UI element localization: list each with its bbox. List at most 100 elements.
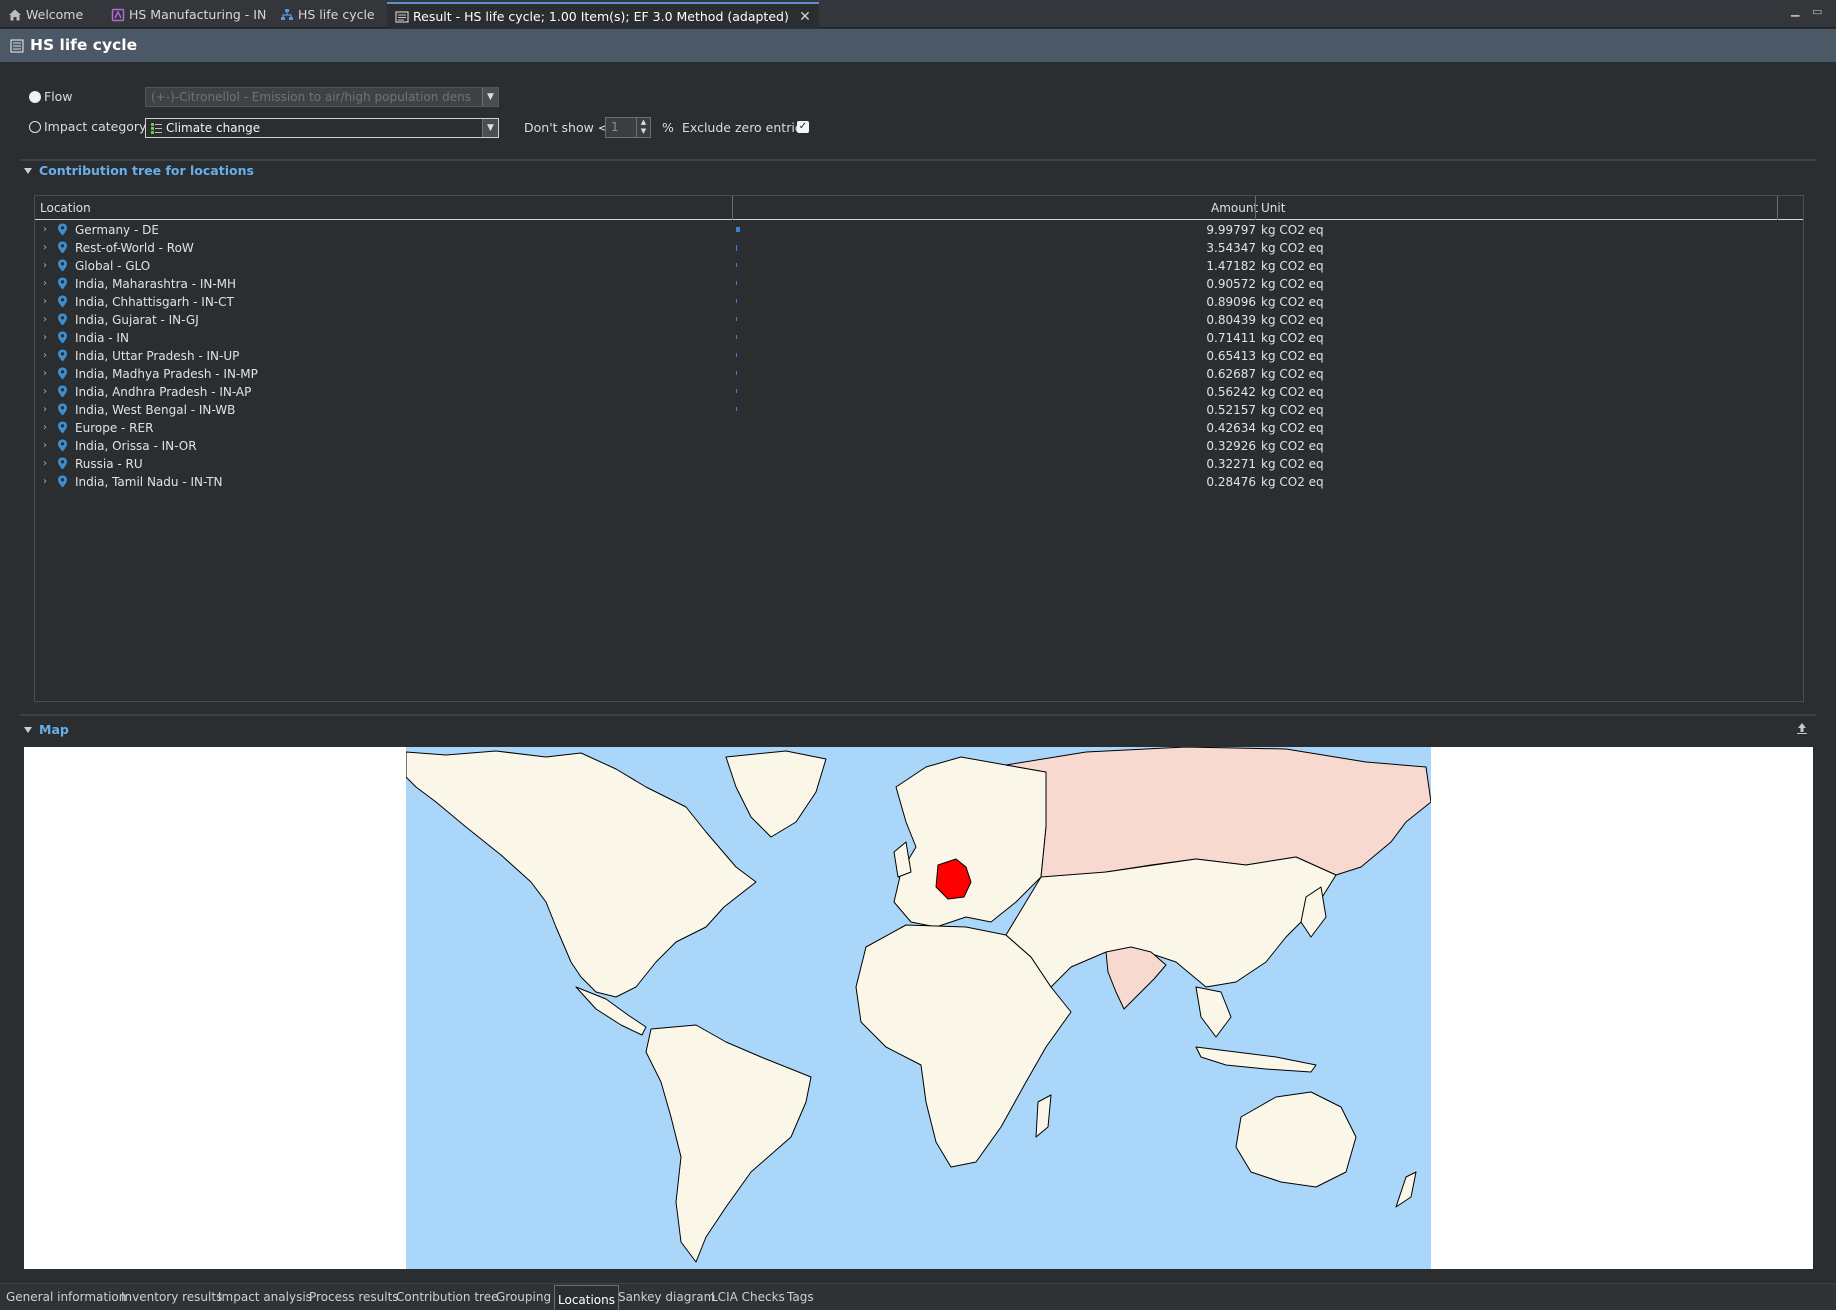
expand-chevron-icon[interactable]: › (43, 440, 47, 451)
exclude-zero-checkbox[interactable]: ✓ (797, 121, 809, 133)
dont-show-label: Don't show < (524, 120, 609, 135)
column-separator[interactable] (1777, 196, 1778, 220)
tab-hs-life-cycle[interactable]: HS life cycle (272, 2, 375, 28)
tab-contribution-tree[interactable]: Contribution tree (396, 1290, 498, 1304)
unit-value: kg CO2 eq (1261, 385, 1324, 399)
contribution-bar (736, 299, 737, 303)
expand-chevron-icon[interactable]: › (43, 296, 47, 307)
table-row[interactable]: › India, Uttar Pradesh - IN-UP 0.65413 kg C… (35, 347, 1803, 365)
unit-value: kg CO2 eq (1261, 349, 1324, 363)
amount-value: 0.52157 (1206, 403, 1256, 417)
tab-tags[interactable]: Tags (787, 1290, 814, 1304)
tab-lcia-checks[interactable]: LCIA Checks (711, 1290, 785, 1304)
expand-chevron-icon[interactable]: › (43, 278, 47, 289)
tab-process-results[interactable]: Process results (309, 1290, 399, 1304)
flow-label: Flow (44, 89, 73, 104)
contribution-bar (736, 263, 737, 267)
table-row[interactable]: › Global - GLO 1.47182 kg CO2 eq (35, 257, 1803, 275)
column-header-location[interactable]: Location (40, 201, 91, 215)
table-row[interactable]: › India, Gujarat - IN-GJ 0.80439 kg CO2 eq (35, 311, 1803, 329)
tab-result[interactable]: Result - HS life cycle; 1.00 Item(s); EF… (387, 2, 819, 28)
amount-value: 0.56242 (1206, 385, 1256, 399)
column-header-amount[interactable]: Amount (1211, 201, 1258, 215)
cutoff-spinner[interactable]: 1 ▲ ▼ (605, 117, 651, 138)
flow-combo-value: (+-)-Citronellol - Emission to air/high … (151, 90, 471, 104)
expand-chevron-icon[interactable]: › (43, 224, 47, 235)
tab-grouping[interactable]: Grouping (496, 1290, 551, 1304)
minimize-icon[interactable]: ▁ (1791, 4, 1805, 17)
table-row[interactable]: › India, Madhya Pradesh - IN-MP 0.62687 kg … (35, 365, 1803, 383)
table-row[interactable]: › India, Tamil Nadu - IN-TN 0.28476 kg CO2 … (35, 473, 1803, 491)
table-row[interactable]: › India, West Bengal - IN-WB 0.52157 kg CO2… (35, 401, 1803, 419)
expand-chevron-icon[interactable]: › (43, 314, 47, 325)
tab-inventory-results[interactable]: Inventory results (121, 1290, 222, 1304)
location-pin-icon (58, 385, 67, 398)
unit-value: kg CO2 eq (1261, 367, 1324, 381)
result-icon (10, 39, 24, 53)
location-name: India - IN (75, 331, 129, 345)
expand-chevron-icon[interactable]: › (43, 368, 47, 379)
column-header-unit[interactable]: Unit (1261, 201, 1285, 215)
location-name: Global - GLO (75, 259, 151, 273)
chevron-down-icon[interactable]: ▼ (482, 88, 498, 106)
tab-locations[interactable]: Locations (554, 1285, 620, 1310)
expand-chevron-icon[interactable]: › (43, 422, 47, 433)
unit-value: kg CO2 eq (1261, 223, 1324, 237)
location-pin-icon (58, 367, 67, 380)
tab-general-information[interactable]: General information (6, 1290, 126, 1304)
contribution-bar (736, 389, 737, 393)
expand-chevron-icon[interactable]: › (43, 350, 47, 361)
expand-chevron-icon[interactable]: › (43, 332, 47, 343)
chevron-down-icon[interactable]: ▼ (482, 119, 498, 137)
location-name: India, Chhattisgarh - IN-CT (75, 295, 234, 309)
expand-chevron-icon[interactable]: › (43, 476, 47, 487)
expand-chevron-icon[interactable]: › (43, 386, 47, 397)
column-separator[interactable] (732, 196, 733, 220)
tab-impact-analysis[interactable]: Impact analysis (218, 1290, 312, 1304)
table-row[interactable]: › Europe - RER 0.42634 kg CO2 eq (35, 419, 1803, 437)
table-row[interactable]: › India, Orissa - IN-OR 0.32926 kg CO2 eq (35, 437, 1803, 455)
flow-radio[interactable] (29, 91, 41, 103)
tab-sankey-diagram[interactable]: Sankey diagram (618, 1290, 715, 1304)
tab-label: HS Manufacturing - IN (129, 7, 267, 22)
flow-combo[interactable]: (+-)-Citronellol - Emission to air/high … (145, 87, 499, 107)
contribution-bar (736, 371, 737, 375)
expand-chevron-icon[interactable]: › (43, 260, 47, 271)
spinner-arrows-icon[interactable]: ▲ ▼ (636, 118, 650, 137)
impact-category-radio[interactable] (29, 121, 41, 133)
expand-chevron-icon[interactable]: › (43, 404, 47, 415)
close-icon[interactable]: ✕ (799, 4, 811, 30)
expand-chevron-icon[interactable]: › (43, 242, 47, 253)
maximize-icon[interactable]: ▭ (1812, 5, 1826, 18)
impact-category-combo[interactable]: Climate change ▼ (145, 118, 499, 138)
unit-value: kg CO2 eq (1261, 241, 1324, 255)
location-pin-icon (58, 457, 67, 470)
world-map[interactable] (406, 747, 1431, 1269)
contribution-bar (736, 227, 740, 232)
expand-chevron-icon[interactable]: › (43, 458, 47, 469)
export-icon[interactable] (1796, 722, 1808, 734)
unit-value: kg CO2 eq (1261, 313, 1324, 327)
location-name: Rest-of-World - RoW (75, 241, 194, 255)
unit-value: kg CO2 eq (1261, 475, 1324, 489)
table-row[interactable]: › India, Chhattisgarh - IN-CT 0.89096 kg CO… (35, 293, 1803, 311)
unit-value: kg CO2 eq (1261, 295, 1324, 309)
contribution-section-header[interactable]: Contribution tree for locations (24, 163, 254, 178)
table-row[interactable]: › Rest-of-World - RoW 3.54347 kg CO2 eq (35, 239, 1803, 257)
table-row[interactable]: › India, Andhra Pradesh - IN-AP 0.56242 kg … (35, 383, 1803, 401)
tab-hs-manufacturing[interactable]: HS Manufacturing - IN (103, 2, 266, 28)
unit-value: kg CO2 eq (1261, 439, 1324, 453)
table-row[interactable]: › Russia - RU 0.32271 kg CO2 eq (35, 455, 1803, 473)
table-row[interactable]: › Germany - DE 9.99797 kg CO2 eq (35, 221, 1803, 239)
column-separator[interactable] (1255, 196, 1256, 220)
tab-welcome[interactable]: Welcome (0, 2, 83, 28)
table-row[interactable]: › India, Maharashtra - IN-MH 0.90572 kg CO2… (35, 275, 1803, 293)
amount-value: 9.99797 (1206, 223, 1256, 237)
amount-value: 0.80439 (1206, 313, 1256, 327)
contribution-bar (736, 335, 737, 339)
map-section-header[interactable]: Map (24, 722, 69, 737)
contribution-table: Location Amount Unit › Germany - DE 9.9979… (34, 195, 1804, 702)
location-pin-icon (58, 241, 67, 254)
cutoff-value: 1 (611, 120, 619, 134)
table-row[interactable]: › India - IN 0.71411 kg CO2 eq (35, 329, 1803, 347)
